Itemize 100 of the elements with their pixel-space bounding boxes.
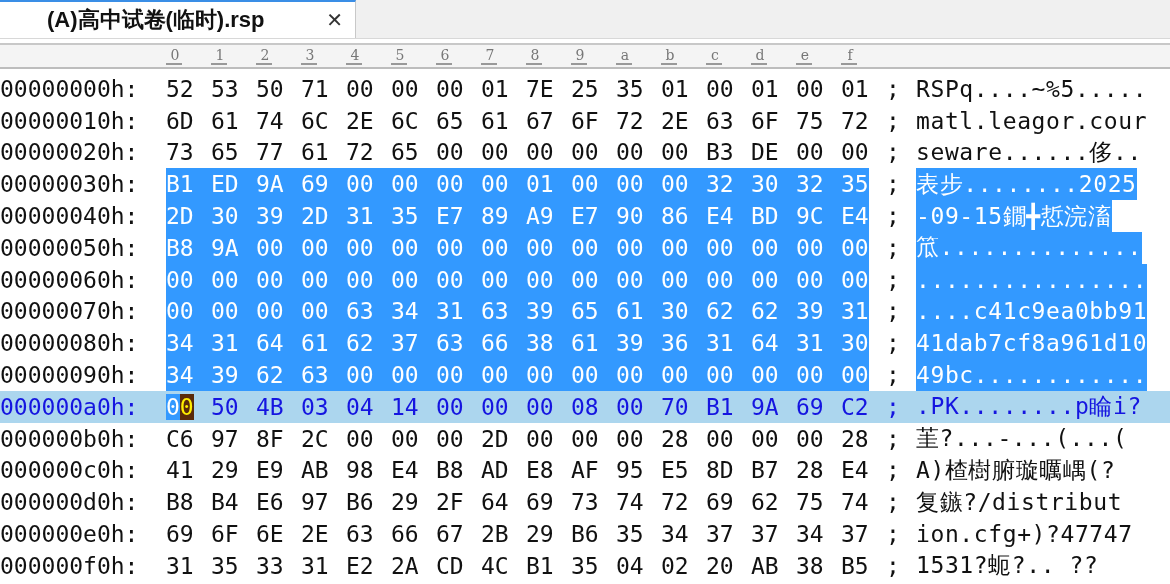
hex-byte[interactable]: 35 (616, 521, 644, 548)
hex-byte[interactable]: 01 (481, 75, 509, 102)
hex-byte[interactable]: 65 (391, 139, 419, 166)
hex-byte[interactable]: AF (571, 457, 599, 484)
hex-byte[interactable]: 53 (211, 75, 239, 102)
hex-byte[interactable]: B3 (706, 139, 734, 166)
hex-byte[interactable]: E6 (256, 489, 284, 516)
hex-byte[interactable]: 65 (211, 139, 239, 166)
hex-byte[interactable]: B6 (571, 521, 599, 548)
file-tab[interactable]: (A)高中试卷(临时).rsp ✕ (0, 0, 356, 38)
hex-byte[interactable]: 00 (481, 393, 509, 420)
hex-byte[interactable]: 7E (526, 75, 554, 102)
hex-byte[interactable]: C2 (841, 393, 869, 420)
hex-byte[interactable]: 61 (211, 107, 239, 134)
hex-byte[interactable]: 72 (841, 107, 869, 134)
hex-byte[interactable]: 00 (706, 425, 734, 452)
hex-byte[interactable]: 00 (751, 425, 779, 452)
hex-byte[interactable]: 2E (301, 521, 329, 548)
hex-byte[interactable]: 4C (481, 552, 509, 579)
hex-byte[interactable]: 00 (796, 139, 824, 166)
hex-byte[interactable]: B1 (526, 552, 554, 579)
hex-byte[interactable]: 72 (616, 107, 644, 134)
hex-byte[interactable]: 97 (211, 425, 239, 452)
hex-byte[interactable]: 20 (706, 552, 734, 579)
hex-byte[interactable]: 69 (796, 393, 824, 420)
hex-byte[interactable]: 00 (436, 393, 464, 420)
hex-byte[interactable]: 29 (391, 489, 419, 516)
hex-byte[interactable]: 62 (751, 489, 779, 516)
hex-byte[interactable]: 04 (616, 552, 644, 579)
hex-byte[interactable]: 6F (211, 521, 239, 548)
hex-byte[interactable]: 52 (166, 75, 194, 102)
hex-byte[interactable]: 03 (301, 393, 329, 420)
hex-byte[interactable]: 00 (841, 139, 869, 166)
hex-byte[interactable]: 64 (481, 489, 509, 516)
hex-byte[interactable]: 37 (706, 521, 734, 548)
hex-byte[interactable]: 00 (706, 75, 734, 102)
hex-byte[interactable]: 6C (391, 107, 419, 134)
hex-byte[interactable]: 00 (661, 139, 689, 166)
hex-byte[interactable]: 4B (256, 393, 284, 420)
hex-byte[interactable]: 75 (796, 489, 824, 516)
hex-byte[interactable]: 37 (751, 521, 779, 548)
hex-byte[interactable]: AB (751, 552, 779, 579)
hex-byte[interactable]: 65 (436, 107, 464, 134)
hex-byte[interactable]: 6F (751, 107, 779, 134)
hex-byte[interactable]: 6C (301, 107, 329, 134)
hex-byte[interactable]: 73 (166, 139, 194, 166)
hex-byte[interactable]: 00 (616, 393, 644, 420)
hex-byte[interactable]: 6D (166, 107, 194, 134)
hex-byte[interactable]: 2C (301, 425, 329, 452)
hex-byte[interactable]: 8D (706, 457, 734, 484)
hex-byte[interactable]: 00 (346, 75, 374, 102)
hex-byte[interactable]: 00 (391, 425, 419, 452)
hex-byte[interactable]: 72 (661, 489, 689, 516)
hex-byte[interactable]: 04 (346, 393, 374, 420)
hex-byte[interactable]: 2A (391, 552, 419, 579)
hex-byte[interactable]: 28 (841, 425, 869, 452)
hex-byte[interactable]: 01 (751, 75, 779, 102)
hex-byte[interactable]: B8 (166, 489, 194, 516)
hex-byte[interactable]: B6 (346, 489, 374, 516)
hex-byte[interactable]: 38 (796, 552, 824, 579)
hex-byte[interactable]: 6F (571, 107, 599, 134)
hex-byte[interactable]: 35 (211, 552, 239, 579)
hex-byte[interactable]: 63 (346, 521, 374, 548)
hex-byte[interactable]: 00 (436, 425, 464, 452)
hex-byte[interactable]: 73 (571, 489, 599, 516)
hex-byte[interactable]: B8 (436, 457, 464, 484)
hex-byte[interactable]: 00 (526, 393, 554, 420)
hex-byte[interactable]: 02 (661, 552, 689, 579)
hex-byte[interactable]: 61 (481, 107, 509, 134)
hex-byte[interactable]: 28 (796, 457, 824, 484)
hex-byte[interactable]: 69 (706, 489, 734, 516)
hex-byte[interactable]: 71 (301, 75, 329, 102)
hex-byte[interactable]: AB (301, 457, 329, 484)
hex-byte[interactable]: 74 (616, 489, 644, 516)
hex-byte[interactable]: 00 (796, 425, 824, 452)
hex-byte[interactable]: 35 (616, 75, 644, 102)
hex-byte[interactable]: 50 (211, 393, 239, 420)
hex-byte[interactable]: B7 (751, 457, 779, 484)
hex-byte[interactable]: 00 (526, 139, 554, 166)
hex-byte[interactable]: 69 (166, 521, 194, 548)
hex-byte[interactable]: 00 (346, 425, 374, 452)
hex-byte[interactable]: 66 (391, 521, 419, 548)
hex-byte[interactable]: 00 (436, 75, 464, 102)
hex-byte[interactable]: E4 (391, 457, 419, 484)
hex-byte[interactable]: 98 (346, 457, 374, 484)
hex-byte[interactable]: 00 (571, 139, 599, 166)
hex-byte[interactable]: 00 (616, 425, 644, 452)
hex-byte[interactable]: 2F (436, 489, 464, 516)
hex-byte[interactable]: B5 (841, 552, 869, 579)
hex-byte[interactable]: 67 (526, 107, 554, 134)
hex-byte[interactable]: E5 (661, 457, 689, 484)
hex-byte[interactable]: 08 (571, 393, 599, 420)
hex-byte[interactable]: 29 (526, 521, 554, 548)
hex-byte[interactable]: 61 (301, 139, 329, 166)
hex-byte[interactable]: 00 (616, 139, 644, 166)
hex-byte[interactable]: 2B (481, 521, 509, 548)
hex-byte[interactable]: 8F (256, 425, 284, 452)
hex-byte[interactable]: 00 (436, 139, 464, 166)
hex-byte[interactable]: 77 (256, 139, 284, 166)
hex-byte[interactable]: B4 (211, 489, 239, 516)
